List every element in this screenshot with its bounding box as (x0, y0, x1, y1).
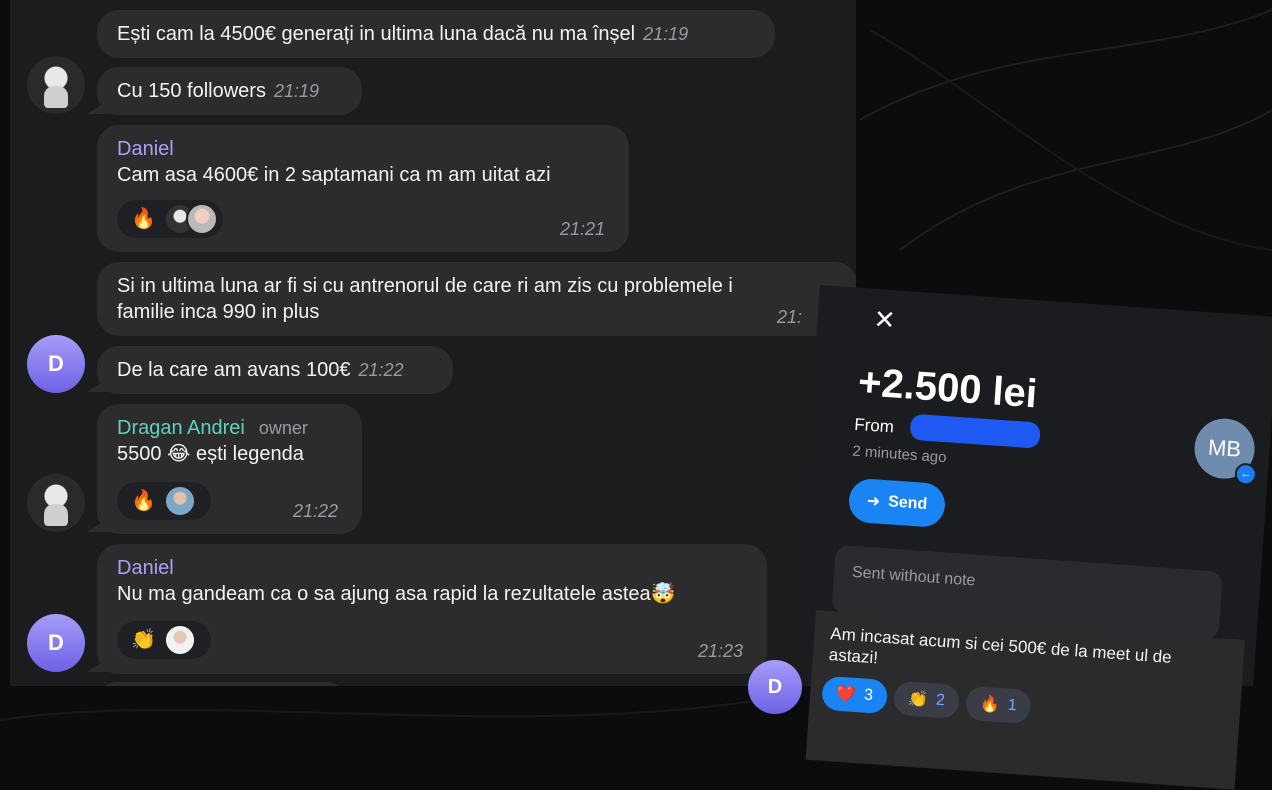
chat-panel: Ești cam la 4500€ generați in ultima lun… (10, 0, 856, 686)
reaction-pill[interactable]: 🔥 (117, 200, 223, 238)
payment-from: From (853, 414, 895, 437)
redaction-mark (909, 413, 1041, 449)
clap-icon: 👏 (131, 629, 156, 651)
message-text: Si in ultima luna ar fi si cu antrenorul… (117, 275, 733, 297)
message-time: 21:22 (292, 501, 338, 521)
message-bubble[interactable]: Daniel Cam asa 4600€ in 2 saptamani ca m… (97, 125, 629, 252)
payment-time: 2 minutes ago (851, 442, 948, 467)
arrow-right-icon: ➜ (866, 492, 881, 511)
message-time: 21:19 (273, 81, 320, 101)
avatar[interactable]: D (748, 660, 802, 714)
message-bubble[interactable]: Dragan Andrei owner 5500 😂 ești legenda 🔥… (97, 404, 362, 534)
fire-icon: 🔥 (979, 695, 1001, 715)
message-text: Ești cam la 4500€ generați in ultima lun… (117, 23, 636, 45)
message-text: Nu ma gandeam ca o sa ajung asa rapid la… (117, 583, 676, 605)
reaction-pill[interactable]: 👏 2 (892, 680, 960, 720)
send-label: Send (887, 493, 928, 513)
avatar (185, 203, 218, 235)
reaction-pill[interactable]: 🔥 1 (964, 685, 1032, 725)
fire-icon: 🔥 (131, 208, 156, 230)
reactor-avatars (163, 485, 196, 517)
message-text: 5500 😂 ești legenda (117, 443, 304, 465)
heart-icon: ❤️ (835, 685, 857, 704)
message-bubble[interactable]: Cu 150 followers 21:19 (97, 67, 362, 115)
reactor-avatars (163, 624, 196, 656)
message-bubble[interactable]: De la care am avans 100€ 21:22 (97, 346, 453, 394)
avatar[interactable]: D (27, 335, 85, 393)
message-time: 21:22 (358, 360, 404, 380)
reaction-pill[interactable]: ❤️ 3 (821, 675, 889, 715)
avatar (163, 485, 196, 517)
reaction-pill[interactable]: 👏 (117, 621, 211, 659)
message-bubble[interactable]: Am incasat acum si cei 500€ de la meet u… (805, 610, 1245, 790)
reactor-avatars (163, 203, 218, 235)
avatar[interactable] (27, 474, 85, 532)
reaction-count: 2 (935, 691, 946, 710)
avatar[interactable]: D (27, 614, 85, 672)
message-time: 21:21 (559, 219, 605, 239)
message-text: Cam asa 4600€ in 2 saptamani ca m am uit… (117, 164, 551, 186)
message-bubble[interactable]: Daniel Nu ma gandeam ca o sa ajung asa r… (97, 544, 767, 674)
role-badge: owner (258, 418, 308, 438)
clap-icon: 👏 (907, 690, 929, 710)
sender-name[interactable]: Dragan Andrei (117, 417, 245, 439)
close-icon[interactable]: ✕ (873, 304, 897, 336)
message-bubble[interactable]: Ești cam la 4500€ generați in ultima lun… (97, 10, 775, 58)
message-time: 21:23 (697, 641, 743, 661)
message-time: 21: (777, 307, 803, 327)
arrow-left-icon: ← (1234, 462, 1258, 486)
reaction-count: 1 (1007, 696, 1018, 715)
message-text: familie inca 990 in plus (117, 301, 320, 323)
message-bubble[interactable]: Si in ultima luna ar fi si cu antrenorul… (97, 262, 856, 336)
message-text: Cu 150 followers (117, 80, 266, 102)
payment-amount: +2.500 lei (856, 359, 1039, 417)
avatar (163, 624, 196, 656)
message-text: Am incasat acum si cei 500€ de la meet u… (828, 624, 1173, 668)
message-time: 21:19 (643, 24, 689, 44)
message-text: De la care am avans 100€ (117, 359, 351, 381)
reaction-count: 3 (863, 686, 874, 705)
send-button[interactable]: ➜ Send (847, 477, 947, 529)
sender-name[interactable]: Daniel (117, 555, 747, 581)
reaction-pill[interactable]: 🔥 (117, 482, 211, 520)
sender-name[interactable]: Daniel (117, 136, 609, 162)
message-bubble[interactable] (97, 682, 347, 686)
avatar[interactable] (27, 56, 85, 114)
fire-icon: 🔥 (131, 490, 156, 512)
